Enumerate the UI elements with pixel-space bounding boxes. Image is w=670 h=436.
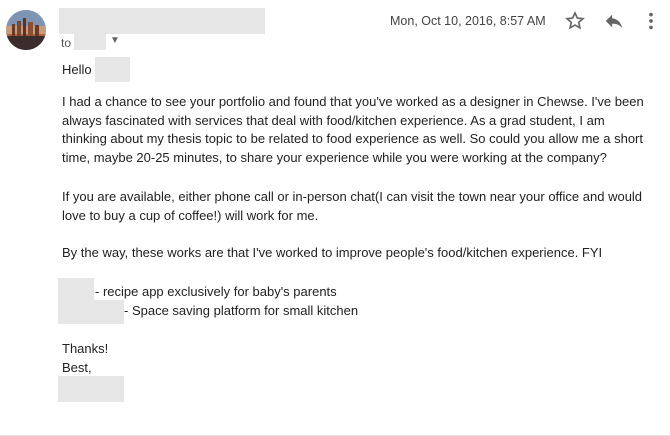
recipient-name-redacted: [74, 32, 106, 50]
chevron-down-icon[interactable]: ▼: [110, 35, 120, 46]
reply-icon[interactable]: [603, 10, 625, 32]
signature-redacted: [58, 376, 124, 402]
sender-name-redacted: [59, 8, 265, 34]
closing-thanks: Thanks!: [62, 341, 109, 356]
recipient-label: to: [61, 36, 72, 50]
greeting-text: Hello: [62, 62, 92, 77]
body-paragraph: If you are available, either phone call …: [62, 189, 643, 223]
sender-avatar[interactable]: [6, 10, 46, 50]
message-date: Mon, Oct 10, 2016, 8:57 AM: [390, 14, 546, 28]
work-description: - Space saving platform for small kitche…: [124, 303, 359, 318]
closing-best: Best,: [62, 360, 92, 375]
work-link-redacted[interactable]: [58, 300, 124, 324]
greeting-name-redacted: [95, 57, 130, 82]
body-paragraph: I had a chance to see your portfolio and…: [62, 94, 644, 165]
star-icon[interactable]: [564, 10, 586, 32]
more-vert-icon[interactable]: [645, 10, 657, 32]
work-description: - recipe app exclusively for baby's pare…: [95, 284, 337, 299]
body-paragraph: By the way, these works are that I've wo…: [62, 245, 603, 260]
work-link-redacted[interactable]: [58, 278, 94, 302]
